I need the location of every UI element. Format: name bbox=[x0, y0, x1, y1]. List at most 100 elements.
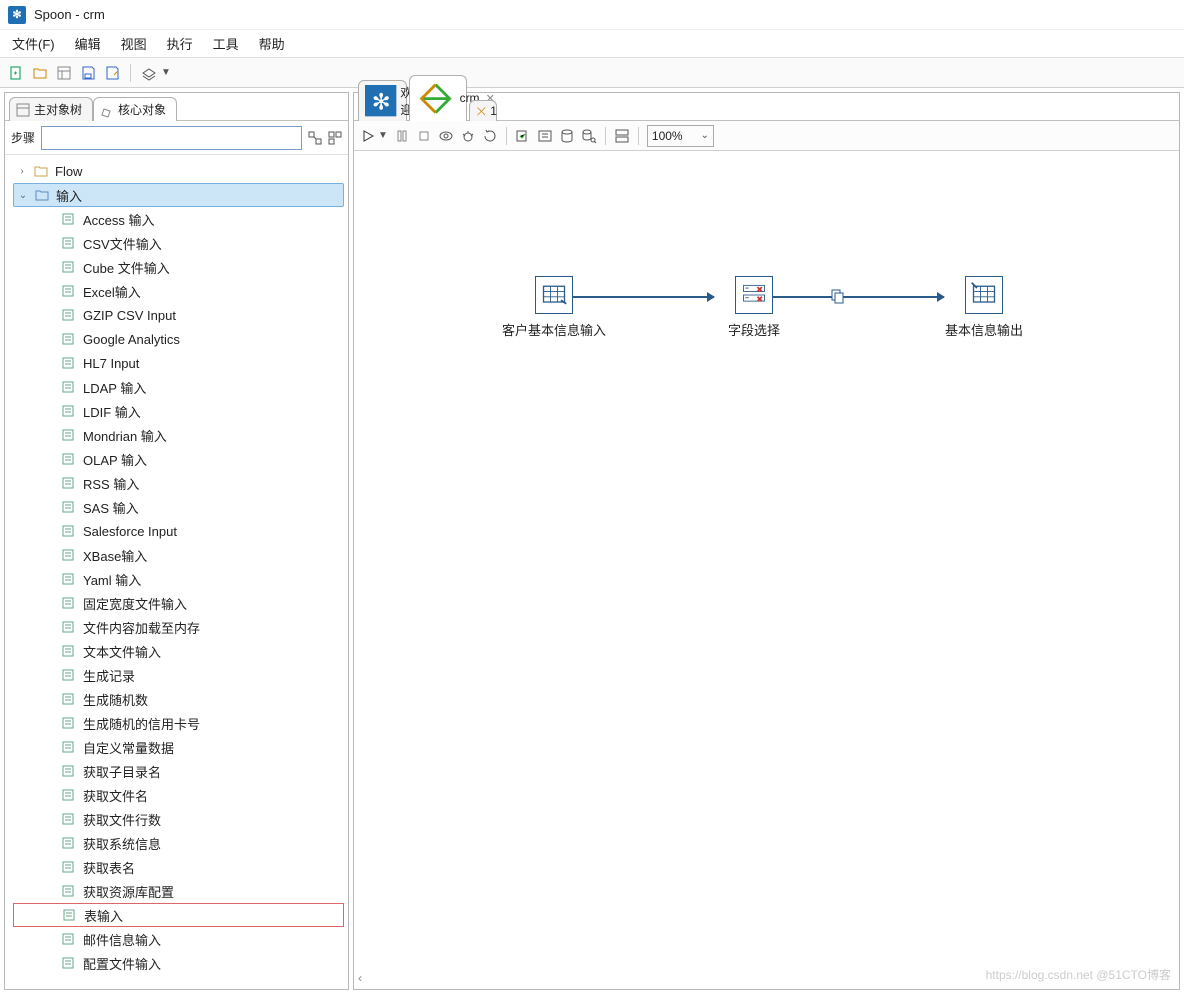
step-node-select[interactable]: 字段选择 bbox=[694, 276, 814, 339]
tree-item[interactable]: 配置文件输入 bbox=[13, 951, 344, 975]
tree-item[interactable]: 文本文件输入 bbox=[13, 639, 344, 663]
pause-icon[interactable] bbox=[394, 128, 410, 144]
perspective-dropdown-icon[interactable]: ▼ bbox=[161, 67, 171, 78]
perspective-icon[interactable] bbox=[141, 65, 157, 81]
step-node-output[interactable]: 基本信息输出 bbox=[924, 276, 1044, 339]
menu-tools[interactable]: 工具 bbox=[209, 32, 243, 55]
spoon-icon: ✻ bbox=[365, 85, 396, 116]
window-title: Spoon - crm bbox=[34, 7, 105, 22]
tree-item[interactable]: OLAP 输入 bbox=[13, 447, 344, 471]
tree-item[interactable]: 生成随机的信用卡号 bbox=[13, 711, 344, 735]
debug-icon[interactable] bbox=[460, 128, 476, 144]
tree-item[interactable]: Access 输入 bbox=[13, 207, 344, 231]
show-results-icon[interactable] bbox=[614, 128, 630, 144]
sql-icon[interactable] bbox=[559, 128, 575, 144]
tree-item[interactable]: 获取子目录名 bbox=[13, 759, 344, 783]
tree-item[interactable]: 生成记录 bbox=[13, 663, 344, 687]
step-icon bbox=[61, 499, 77, 515]
tree-item[interactable]: 获取文件名 bbox=[13, 783, 344, 807]
tree-folder-flow[interactable]: › Flow bbox=[13, 159, 344, 183]
table-input-step-icon bbox=[535, 276, 573, 314]
tree-item[interactable]: Salesforce Input bbox=[13, 519, 344, 543]
step-icon bbox=[61, 931, 77, 947]
preview-icon[interactable] bbox=[438, 128, 454, 144]
open-file-icon[interactable] bbox=[32, 65, 48, 81]
tab-main-object-tree[interactable]: 主对象树 bbox=[9, 97, 93, 121]
tree-item[interactable]: Cube 文件输入 bbox=[13, 255, 344, 279]
step-node-input[interactable]: 客户基本信息输入 bbox=[494, 276, 614, 339]
step-icon bbox=[61, 595, 77, 611]
folder-open-icon bbox=[34, 187, 50, 203]
tree-item[interactable]: Google Analytics bbox=[13, 327, 344, 351]
zoom-selector[interactable]: 100% ⌄ bbox=[647, 125, 714, 147]
tree-item[interactable]: 获取文件行数 bbox=[13, 807, 344, 831]
step-search-input[interactable] bbox=[41, 126, 302, 150]
new-file-icon[interactable] bbox=[8, 65, 24, 81]
tree-item[interactable]: GZIP CSV Input bbox=[13, 303, 344, 327]
tree-item[interactable]: 获取表名 bbox=[13, 855, 344, 879]
run-dropdown-icon[interactable]: ▼ bbox=[378, 130, 388, 141]
tree-item-label: 获取系统信息 bbox=[83, 834, 161, 853]
canvas-tab-crm[interactable]: crm ✕ bbox=[409, 75, 466, 121]
tree-item[interactable]: LDAP 输入 bbox=[13, 375, 344, 399]
tree-item[interactable]: RSS 输入 bbox=[13, 471, 344, 495]
tree-item-label: CSV文件输入 bbox=[83, 234, 162, 253]
run-icon[interactable] bbox=[360, 128, 376, 144]
tree-item[interactable]: Excel输入 bbox=[13, 279, 344, 303]
zoom-value: 100% bbox=[652, 129, 683, 143]
replay-icon[interactable] bbox=[482, 128, 498, 144]
menu-file[interactable]: 文件(F) bbox=[8, 32, 59, 55]
top-toolbar: ▼ bbox=[0, 58, 1184, 88]
canvas[interactable]: 客户基本信息输入 字段选择 基本信息输出 ‹ https://blog.csdn… bbox=[354, 151, 1179, 989]
verify-icon[interactable] bbox=[515, 128, 531, 144]
tree-item[interactable]: 文件内容加载至内存 bbox=[13, 615, 344, 639]
tree-item[interactable]: 生成随机数 bbox=[13, 687, 344, 711]
tree-item[interactable]: Mondrian 输入 bbox=[13, 423, 344, 447]
tree-item[interactable]: 自定义常量数据 bbox=[13, 735, 344, 759]
impact-icon[interactable] bbox=[537, 128, 553, 144]
menu-view[interactable]: 视图 bbox=[117, 32, 151, 55]
tree-item[interactable]: 固定宽度文件输入 bbox=[13, 591, 344, 615]
save-icon[interactable] bbox=[80, 65, 96, 81]
step-icon bbox=[61, 379, 77, 395]
watermark: https://blog.csdn.net @51CTO博客 bbox=[986, 966, 1171, 983]
tree-item[interactable]: 获取资源库配置 bbox=[13, 879, 344, 903]
tree-item[interactable]: SAS 输入 bbox=[13, 495, 344, 519]
chevron-right-icon[interactable]: › bbox=[17, 166, 27, 177]
canvas-tab-welcome[interactable]: ✻ 欢迎! bbox=[358, 80, 407, 121]
step-tree[interactable]: › Flow ⌄ 输入 Access 输入 CSV文件输入 Cube 文件输入 Exc… bbox=[5, 155, 348, 989]
tree-item-label: 获取资源库配置 bbox=[83, 882, 174, 901]
menu-run[interactable]: 执行 bbox=[163, 32, 197, 55]
expand-all-icon[interactable] bbox=[308, 131, 322, 145]
explorer-icon[interactable] bbox=[56, 65, 72, 81]
step-icon bbox=[61, 355, 77, 371]
tree-item[interactable]: HL7 Input bbox=[13, 351, 344, 375]
tab-core-objects[interactable]: 核心对象 bbox=[93, 97, 177, 121]
canvas-tab-1[interactable]: 1 bbox=[469, 100, 498, 121]
tree-item[interactable]: 邮件信息输入 bbox=[13, 927, 344, 951]
tree-item[interactable]: LDIF 输入 bbox=[13, 399, 344, 423]
tree-item[interactable]: Yaml 输入 bbox=[13, 567, 344, 591]
scroll-left-icon[interactable]: ‹ bbox=[358, 971, 362, 985]
tree-item[interactable]: 获取系统信息 bbox=[13, 831, 344, 855]
tree-folder-input[interactable]: ⌄ 输入 bbox=[13, 183, 344, 207]
tree-item[interactable]: CSV文件输入 bbox=[13, 231, 344, 255]
stop-icon[interactable] bbox=[416, 128, 432, 144]
tree-item-label: 表输入 bbox=[84, 906, 123, 925]
tree-item-label: Cube 文件输入 bbox=[83, 258, 170, 277]
step-icon bbox=[61, 427, 77, 443]
menu-edit[interactable]: 编辑 bbox=[71, 32, 105, 55]
tree-item[interactable]: XBase输入 bbox=[13, 543, 344, 567]
tree-item[interactable]: 表输入 bbox=[13, 903, 344, 927]
chevron-down-icon[interactable]: ⌄ bbox=[701, 130, 709, 141]
collapse-all-icon[interactable] bbox=[328, 131, 342, 145]
chevron-down-icon[interactable]: ⌄ bbox=[18, 190, 28, 201]
step-icon bbox=[61, 259, 77, 275]
step-icon bbox=[61, 883, 77, 899]
save-as-icon[interactable] bbox=[104, 65, 120, 81]
select-values-step-icon bbox=[735, 276, 773, 314]
folder-icon bbox=[33, 163, 49, 179]
title-bar: ✻ Spoon - crm bbox=[0, 0, 1184, 30]
menu-help[interactable]: 帮助 bbox=[255, 32, 289, 55]
explore-db-icon[interactable] bbox=[581, 128, 597, 144]
